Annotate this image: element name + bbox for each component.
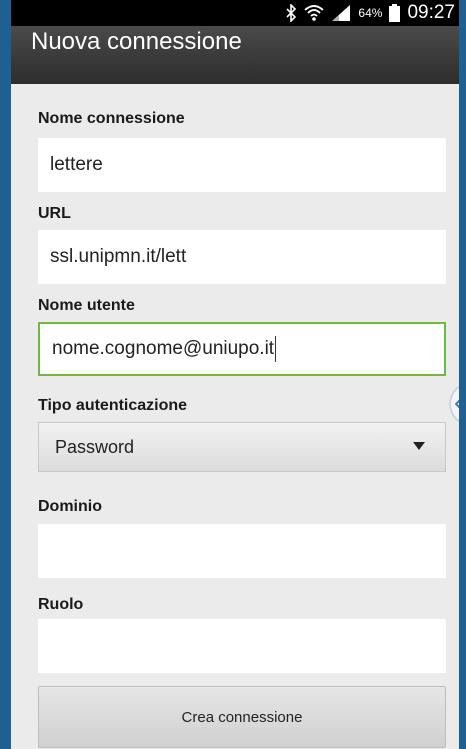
url-value: ssl.unipmn.it/lett [50, 246, 187, 267]
username-value: nome.cognome@uniupo.it [52, 338, 275, 359]
status-bar: 64% 09:27 [11, 0, 459, 26]
auth-type-value: Password [55, 436, 135, 457]
battery-percent: 64% [358, 6, 383, 20]
connection-name-field[interactable]: lettere [38, 138, 446, 192]
status-time: 09:27 [407, 2, 455, 23]
screen-frame: 64% 09:27 Nuova connessione Nome conness… [0, 0, 466, 749]
connection-name-value: lettere [50, 154, 103, 175]
page-title: Nuova connessione [31, 28, 242, 55]
domain-field[interactable] [38, 524, 446, 578]
create-connection-button[interactable]: Crea connessione [38, 686, 446, 748]
text-cursor [275, 336, 277, 362]
auth-type-select[interactable]: Password [38, 422, 446, 472]
role-label: Ruolo [38, 596, 84, 613]
form-container: Nome connessione lettere URL ssl.unipmn.… [11, 84, 459, 749]
connection-name-label: Nome connessione [38, 110, 185, 127]
bluetooth-icon [285, 4, 297, 22]
url-label: URL [38, 205, 71, 222]
chevron-left-icon [455, 399, 459, 409]
side-panel-handle[interactable] [449, 382, 459, 426]
auth-type-label: Tipo autenticazione [38, 397, 188, 414]
username-label: Nome utente [38, 297, 135, 314]
domain-label: Dominio [38, 498, 102, 515]
role-field[interactable] [38, 619, 446, 673]
action-bar: Nuova connessione [11, 26, 459, 84]
url-field[interactable]: ssl.unipmn.it/lett [38, 230, 446, 284]
dropdown-arrow-icon [413, 442, 425, 450]
battery-icon [389, 4, 401, 22]
username-field[interactable]: nome.cognome@uniupo.it [38, 322, 446, 376]
signal-icon [331, 4, 351, 22]
wifi-icon [304, 4, 325, 22]
